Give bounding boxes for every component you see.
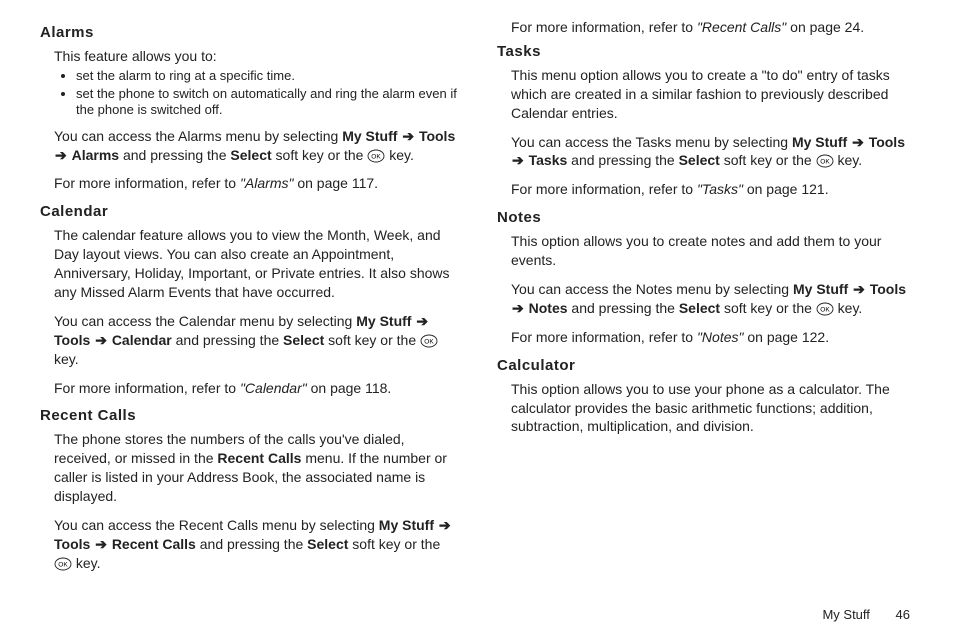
arrow-icon: ➔ (511, 151, 525, 170)
ok-key-icon: OK (816, 154, 834, 168)
tasks-desc: This menu option allows you to create a … (511, 66, 914, 123)
recent-access: You can access the Recent Calls menu by … (54, 516, 457, 573)
calendar-access: You can access the Calendar menu by sele… (54, 312, 457, 369)
alarms-intro: This feature allows you to: (54, 47, 457, 66)
bullet-item: set the alarm to ring at a specific time… (76, 68, 457, 84)
ok-key-icon: OK (367, 149, 385, 163)
notes-desc: This option allows you to create notes a… (511, 232, 914, 270)
section-heading-alarms: Alarms (40, 24, 457, 41)
arrow-icon: ➔ (511, 299, 525, 318)
svg-text:OK: OK (372, 153, 382, 160)
section-body-alarms: This feature allows you to: set the alar… (40, 47, 457, 193)
calendar-desc: The calendar feature allows you to view … (54, 226, 457, 302)
arrow-icon: ➔ (54, 146, 68, 165)
section-body-notes: This option allows you to create notes a… (497, 232, 914, 346)
svg-text:OK: OK (424, 338, 434, 345)
svg-text:OK: OK (820, 159, 830, 166)
alarms-moreinfo: For more information, refer to "Alarms" … (54, 174, 457, 193)
section-heading-notes: Notes (497, 209, 914, 226)
tasks-moreinfo: For more information, refer to "Tasks" o… (511, 180, 914, 199)
calculator-desc: This option allows you to use your phone… (511, 380, 914, 437)
recent-desc: The phone stores the numbers of the call… (54, 430, 457, 506)
ok-key-icon: OK (420, 334, 438, 348)
svg-text:OK: OK (820, 306, 830, 313)
manual-page: Alarms This feature allows you to: set t… (0, 0, 954, 636)
arrow-icon: ➔ (438, 516, 452, 535)
page-number: 46 (896, 607, 910, 622)
arrow-icon: ➔ (415, 312, 429, 331)
arrow-icon: ➔ (851, 133, 865, 152)
arrow-icon: ➔ (94, 535, 108, 554)
calendar-moreinfo: For more information, refer to "Calendar… (54, 379, 457, 398)
section-heading-tasks: Tasks (497, 43, 914, 60)
notes-moreinfo: For more information, refer to "Notes" o… (511, 328, 914, 347)
notes-access: You can access the Notes menu by selecti… (511, 280, 914, 318)
arrow-icon: ➔ (852, 280, 866, 299)
tasks-access: You can access the Tasks menu by selecti… (511, 133, 914, 171)
svg-text:OK: OK (58, 561, 68, 568)
section-heading-calculator: Calculator (497, 357, 914, 374)
ok-key-icon: OK (816, 302, 834, 316)
section-body-calendar: The calendar feature allows you to view … (40, 226, 457, 397)
section-heading-recent-calls: Recent Calls (40, 407, 457, 424)
recent-moreinfo: For more information, refer to "Recent C… (511, 18, 914, 37)
alarms-access: You can access the Alarms menu by select… (54, 127, 457, 165)
section-body-tasks: This menu option allows you to create a … (497, 66, 914, 199)
page-footer: My Stuff 46 (822, 607, 910, 622)
footer-section-label: My Stuff (822, 607, 869, 622)
two-column-layout: Alarms This feature allows you to: set t… (40, 18, 914, 578)
alarms-bullets: set the alarm to ring at a specific time… (54, 68, 457, 119)
ok-key-icon: OK (54, 557, 72, 571)
bullet-item: set the phone to switch on automatically… (76, 86, 457, 119)
arrow-icon: ➔ (401, 127, 415, 146)
arrow-icon: ➔ (94, 331, 108, 350)
section-heading-calendar: Calendar (40, 203, 457, 220)
section-body-calculator: This option allows you to use your phone… (497, 380, 914, 437)
